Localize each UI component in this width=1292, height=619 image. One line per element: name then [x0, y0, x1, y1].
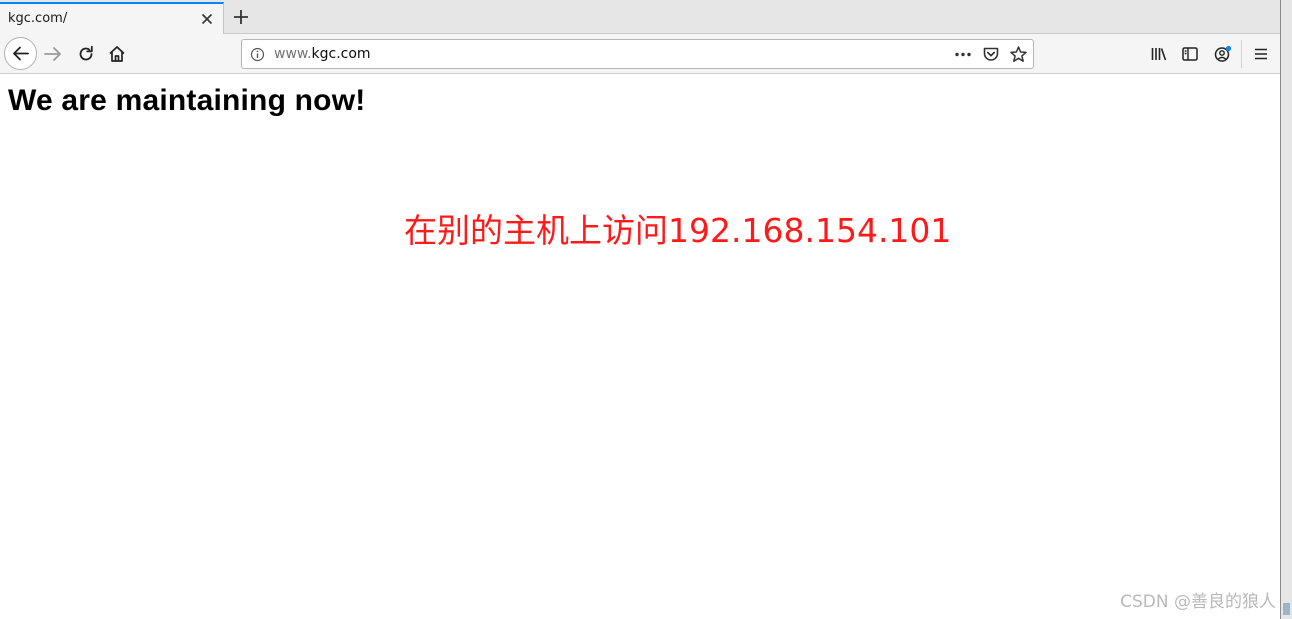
menu-button[interactable] — [1252, 45, 1270, 63]
close-icon[interactable] — [199, 11, 215, 27]
tab-strip: kgc.com/ — [0, 0, 1280, 34]
reload-icon — [79, 45, 93, 61]
url-domain: kgc.com — [311, 46, 371, 62]
url-text[interactable]: www.kgc.com — [274, 46, 371, 62]
forward-button[interactable] — [42, 43, 64, 65]
notice-text: 在别的主机上访问192.168.154.101 — [404, 211, 952, 250]
page-heading: We are maintaining now! — [8, 84, 366, 117]
browser-window: kgc.com/ www.kgc.com We are maintaining … — [0, 0, 1280, 619]
info-icon[interactable] — [250, 47, 265, 62]
plus-icon[interactable] — [230, 6, 252, 28]
url-bar[interactable]: www.kgc.com — [241, 39, 1034, 69]
library-button[interactable] — [1150, 45, 1168, 63]
home-icon — [109, 46, 125, 62]
window-edge — [1280, 0, 1292, 619]
sidebar-icon — [1182, 47, 1198, 61]
toolbar-separator — [1241, 40, 1242, 68]
library-icon — [1151, 48, 1167, 61]
account-icon — [1214, 45, 1232, 62]
arrow-left-icon — [13, 46, 29, 61]
tab-kgc[interactable]: kgc.com/ — [0, 2, 224, 34]
reload-button[interactable] — [76, 44, 96, 64]
nav-bar: www.kgc.com — [0, 34, 1280, 74]
pocket-icon[interactable] — [982, 46, 1000, 63]
more-dots-icon[interactable] — [954, 47, 972, 62]
tab-title: kgc.com/ — [8, 11, 68, 26]
window-edge-mark — [1283, 603, 1290, 615]
watermark: CSDN @善良的狼人 — [1120, 592, 1276, 612]
home-button[interactable] — [107, 44, 127, 64]
url-prefix: www. — [274, 46, 312, 62]
sidebar-button[interactable] — [1181, 45, 1199, 63]
account-button[interactable] — [1213, 44, 1233, 64]
hamburger-menu-icon — [1255, 48, 1267, 60]
page-content: We are maintaining now! 在别的主机上访问192.168.… — [0, 75, 1280, 619]
arrow-right-icon — [44, 47, 61, 61]
back-button[interactable] — [4, 37, 37, 70]
star-icon[interactable] — [1009, 45, 1028, 64]
